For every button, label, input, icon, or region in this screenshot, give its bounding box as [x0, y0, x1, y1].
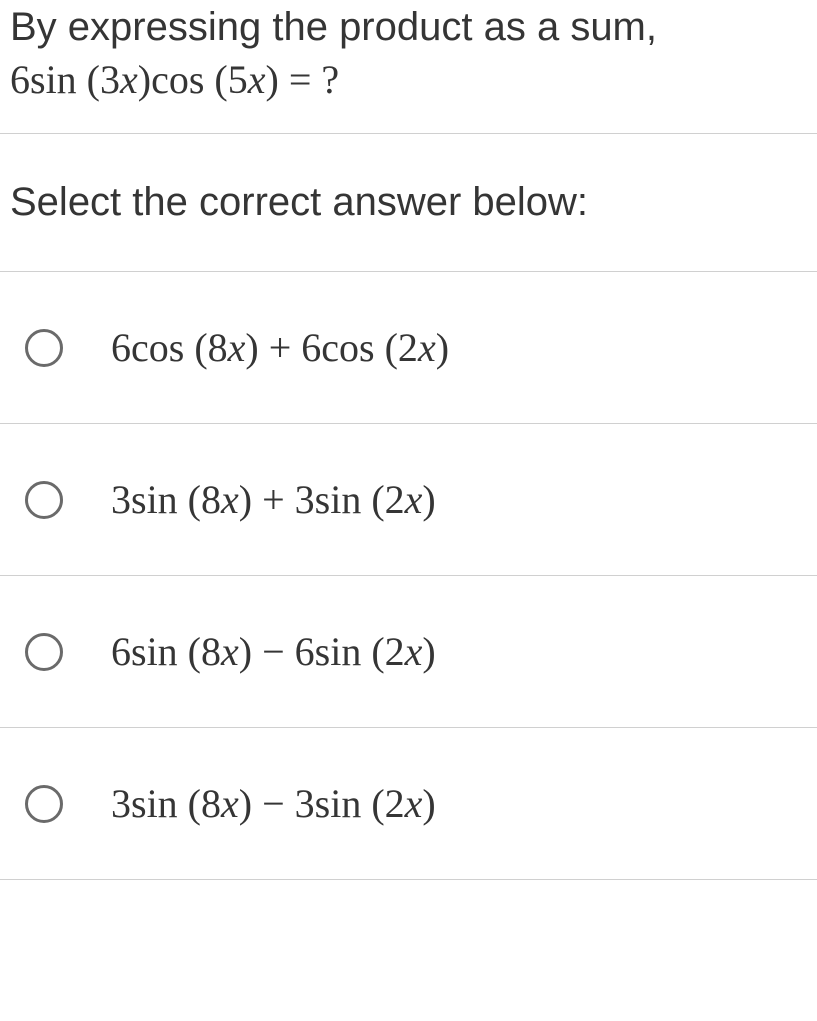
- option-2-label: 3sin (8x) + 3sin (2x): [111, 476, 436, 523]
- question-section: By expressing the product as a sum, 6sin…: [0, 0, 817, 134]
- radio-icon[interactable]: [25, 481, 63, 519]
- radio-icon[interactable]: [25, 329, 63, 367]
- option-2[interactable]: 3sin (8x) + 3sin (2x): [0, 424, 817, 576]
- question-line1: By expressing the product as a sum,: [10, 0, 807, 54]
- prompt-text: Select the correct answer below:: [10, 180, 807, 225]
- option-1-label: 6cos (8x) + 6cos (2x): [111, 324, 449, 371]
- option-1[interactable]: 6cos (8x) + 6cos (2x): [0, 272, 817, 424]
- question-math: 6sin (3x)cos (5x) = ?: [10, 56, 807, 103]
- option-3-label: 6sin (8x) − 6sin (2x): [111, 628, 436, 675]
- prompt-section: Select the correct answer below:: [0, 134, 817, 272]
- option-4-label: 3sin (8x) − 3sin (2x): [111, 780, 436, 827]
- option-4[interactable]: 3sin (8x) − 3sin (2x): [0, 728, 817, 880]
- radio-icon[interactable]: [25, 633, 63, 671]
- radio-icon[interactable]: [25, 785, 63, 823]
- option-3[interactable]: 6sin (8x) − 6sin (2x): [0, 576, 817, 728]
- options-list: 6cos (8x) + 6cos (2x) 3sin (8x) + 3sin (…: [0, 272, 817, 880]
